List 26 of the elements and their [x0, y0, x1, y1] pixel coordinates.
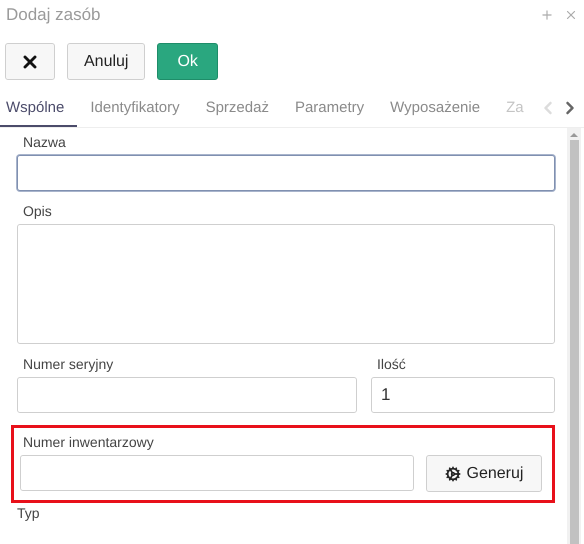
add-icon[interactable]	[540, 8, 554, 22]
ok-button[interactable]: Ok	[157, 43, 218, 80]
field-label: Opis	[23, 203, 53, 219]
tab[interactable]: Za	[493, 89, 528, 127]
tab[interactable]: Wyposażenie	[377, 89, 494, 127]
close-icon[interactable]	[564, 8, 578, 22]
tab[interactable]: Sprzedaż	[192, 89, 282, 127]
tab[interactable]: Parametry	[282, 89, 378, 127]
gear-icon	[444, 466, 461, 482]
input-field[interactable]	[20, 455, 414, 491]
field-label: Numer inwentarzowy	[23, 434, 155, 450]
cancel-button[interactable]: Anuluj	[67, 43, 146, 80]
textarea-field[interactable]	[17, 224, 555, 344]
window-title: Dodaj zasób	[6, 5, 101, 25]
field-label: Nazwa	[23, 134, 67, 150]
field-label: Numer seryjny	[23, 356, 114, 372]
input-field[interactable]: 1	[371, 377, 555, 413]
close-button[interactable]	[5, 43, 55, 80]
input-field[interactable]	[17, 155, 555, 191]
tab[interactable]: Identyfikatory	[77, 89, 193, 127]
scrollbar[interactable]	[567, 128, 581, 544]
field-label: Typ	[17, 506, 41, 521]
generate-button[interactable]: Generuj	[426, 455, 542, 492]
field-label: Ilość	[377, 356, 407, 372]
input-field[interactable]	[17, 377, 357, 413]
tab[interactable]: Wspólne	[0, 89, 78, 127]
